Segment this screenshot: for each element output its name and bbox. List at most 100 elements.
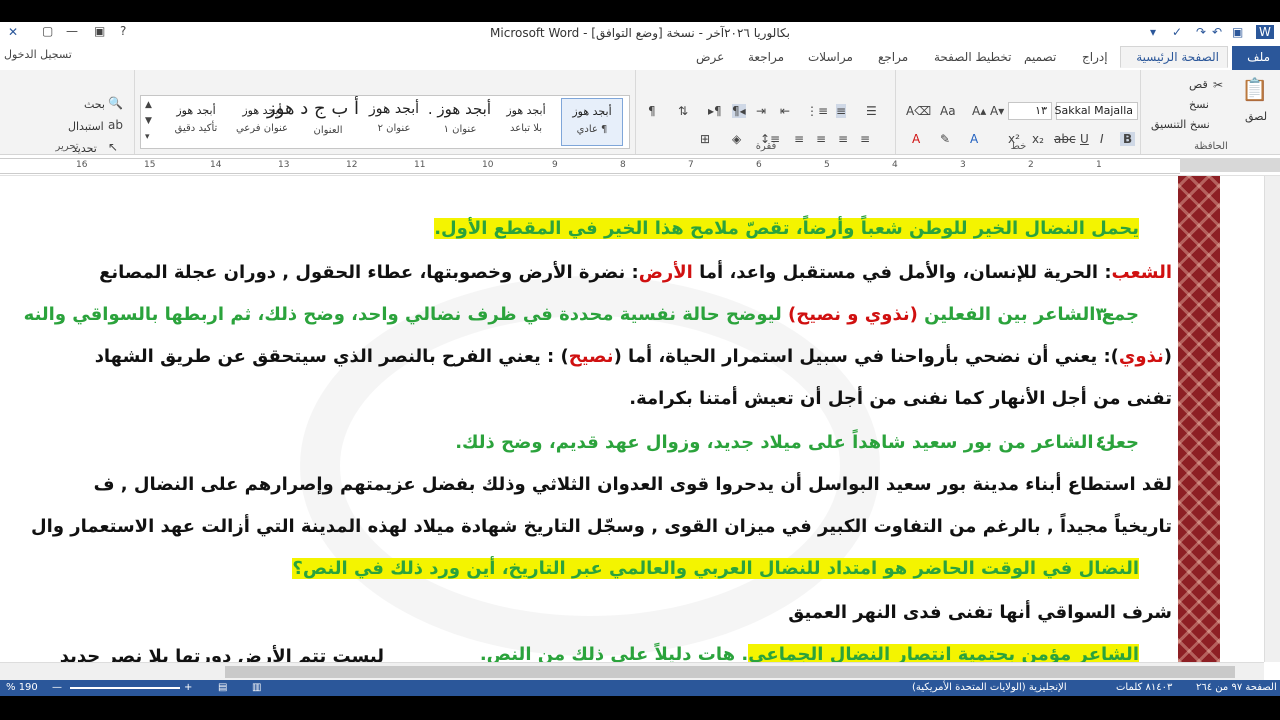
sort-icon[interactable]: ⇅ <box>678 104 688 118</box>
tab-layout[interactable]: تخطيط الصفحة <box>934 50 1011 64</box>
editing-label: تحرير <box>55 141 79 152</box>
replace-icon[interactable]: ab <box>108 118 123 132</box>
read-mode-icon[interactable]: ▤ <box>218 682 227 693</box>
paste-icon[interactable]: 📋 <box>1241 78 1268 103</box>
ribbon-display-icon[interactable]: ▣ <box>94 24 105 38</box>
print-layout-icon[interactable]: ▥ <box>252 682 261 693</box>
answer-3-continued[interactable]: تفنى من أجل الأنهار كما نفنى من أجل أن ت… <box>629 388 1172 409</box>
help-icon[interactable]: ? <box>120 24 126 38</box>
tab-mailings[interactable]: مراسلات <box>808 50 853 64</box>
decrease-indent-icon[interactable]: ⇤ <box>780 104 790 118</box>
ltr-icon[interactable]: ▸¶ <box>708 104 722 118</box>
save-icon[interactable]: ▣ <box>1232 25 1243 39</box>
maximize-icon[interactable]: ▢ <box>42 24 53 38</box>
question-4[interactable]: جعل الشاعر من بور سعيد شاهداً على ميلاد … <box>455 432 1139 453</box>
document-area[interactable]: -٢ يحمل النضال الخير للوطن شعباً وأرضاً،… <box>0 176 1264 662</box>
gallery-down-icon[interactable]: ▼ <box>145 116 152 126</box>
style-heading-2[interactable]: أبجد هوز عنوان ٢ <box>363 98 425 146</box>
answer-2[interactable]: الشعب: الحرية للإنسان، والأمل في مستقبل … <box>99 262 1172 283</box>
find-button[interactable]: بحث <box>84 98 105 111</box>
answer-6[interactable]: ليست تتم الأرض دورتها بلا نصر جديد <box>60 646 384 662</box>
question-5[interactable]: النضال في الوقت الحاضر هو امتداد للنضال … <box>292 558 1139 579</box>
tab-home[interactable]: الصفحة الرئيسية <box>1120 46 1228 68</box>
question-3[interactable]: جمع الشاعر بين الفعلين (نذوي و نصيح) ليو… <box>24 304 1139 325</box>
bullets-icon[interactable]: ☰ <box>866 104 877 118</box>
ruler-tick: 14 <box>210 160 222 170</box>
minimize-icon[interactable]: — <box>66 24 78 38</box>
font-label: خط <box>1010 141 1027 152</box>
scissors-icon: ✂ <box>1213 78 1224 92</box>
close-icon[interactable]: ✕ <box>8 25 18 39</box>
horizontal-ruler[interactable]: 16 15 14 13 12 11 10 9 8 7 6 5 4 3 2 1 <box>0 155 1280 176</box>
cut-button[interactable]: قص <box>1189 78 1208 91</box>
ribbon-tabs: عرض مراجعة مراسلات مراجع تخطيط الصفحة تص… <box>0 46 1280 70</box>
shrink-font-icon[interactable]: A▾ <box>990 104 1004 118</box>
font-size-box[interactable]: ١٣ <box>1008 102 1052 120</box>
rtl-icon[interactable]: ¶◂ <box>732 104 746 118</box>
ruler-tick: 8 <box>620 160 626 170</box>
answer-4[interactable]: لقد استطاع أبناء مدينة بور سعيد البواسل … <box>94 474 1172 495</box>
page-indicator[interactable]: الصفحة ٩٧ من ٢٦٤ <box>1196 682 1277 693</box>
numbering-icon[interactable]: ≡ <box>836 104 847 118</box>
ruler-tick: 16 <box>76 160 88 170</box>
gallery-more-icon[interactable]: ▾ <box>145 132 150 142</box>
zoom-out-icon[interactable]: — <box>52 682 62 693</box>
word-logo-icon: W <box>1256 25 1274 39</box>
style-subtitle[interactable]: أبجد هوز عنوان فرعي <box>231 98 293 146</box>
check-icon[interactable]: ✓ <box>1172 25 1182 39</box>
style-no-spacing[interactable]: أبجد هوز بلا تباعد <box>495 98 557 146</box>
clipboard-group: 📋 لصق قص ✂ نسخ نسخ التنسيق الحافظة <box>1140 70 1280 154</box>
find-icon[interactable]: 🔍 <box>108 96 123 110</box>
show-marks-icon[interactable]: ¶ <box>648 104 656 118</box>
style-normal[interactable]: أبجد هوز ¶ عادي <box>561 98 623 146</box>
copy-button[interactable]: نسخ <box>1189 98 1209 111</box>
styles-gallery: أبجد هوز ¶ عادي أبجد هوز بلا تباعد أبجد … <box>140 95 630 149</box>
editing-group: 🔍 بحث ab استبدال ↖ تحديد تحرير <box>0 70 134 155</box>
tab-insert[interactable]: إدراج <box>1082 50 1108 64</box>
change-case-icon[interactable]: Aa <box>940 104 956 118</box>
horizontal-scrollbar[interactable] <box>0 662 1264 681</box>
keyword-land: الأرض <box>638 262 693 283</box>
grow-font-icon[interactable]: A▴ <box>972 104 986 118</box>
font-name-box[interactable]: Sakkal Majalla <box>1055 102 1138 120</box>
style-subtle-emphasis[interactable]: أبجد هوز تأكيد دقيق <box>165 98 227 146</box>
ruler-tick: 10 <box>482 160 494 170</box>
gallery-up-icon[interactable]: ▲ <box>145 100 152 110</box>
clipboard-label: الحافظة <box>1194 141 1228 152</box>
tab-references[interactable]: مراجع <box>878 50 908 64</box>
tab-file[interactable]: ملف <box>1232 46 1280 70</box>
scroll-thumb[interactable] <box>225 666 1235 678</box>
increase-indent-icon[interactable]: ⇥ <box>756 104 766 118</box>
ruler-tick: 15 <box>144 160 156 170</box>
answer-4-continued[interactable]: تاريخياً مجيداً , بالرغم من التفاوت الكب… <box>31 516 1172 537</box>
clear-format-icon[interactable]: A⌫ <box>906 104 931 118</box>
style-title[interactable]: أ ب ج د هوز العنوان <box>267 98 359 146</box>
vertical-scrollbar[interactable] <box>1264 176 1280 662</box>
redo-icon[interactable]: ↷ <box>1196 25 1206 39</box>
replace-button[interactable]: استبدال <box>68 120 104 133</box>
paste-button[interactable]: لصق <box>1245 110 1267 123</box>
answer-3[interactable]: (نذوي): يعني أن نضحي بأرواحنا في سبيل اس… <box>95 346 1172 367</box>
question-6[interactable]: الشاعر مؤمن بحتمية انتصار النضال الجماعي… <box>480 644 1139 662</box>
customize-qat-icon[interactable]: ▾ <box>1150 25 1156 39</box>
question-6-text: . هات دليلاً على ذلك من النص. <box>479 644 749 662</box>
sign-in-link[interactable]: تسجيل الدخول <box>4 48 72 61</box>
style-heading-1[interactable]: أبجد هوز . عنوان ١ <box>428 98 491 146</box>
answer-5[interactable]: شرف السواقي أنها تفنى فدى النهر العميق <box>788 602 1172 623</box>
tab-view[interactable]: عرض <box>696 50 724 64</box>
question-2-text: يحمل النضال الخير للوطن شعباً وأرضاً، تق… <box>434 218 1139 239</box>
word-count[interactable]: ٨١٤٠٣ كلمات <box>1116 682 1172 693</box>
language-indicator[interactable]: الإنجليزية (الولايات المتحدة الأمريكية) <box>912 682 1067 693</box>
zoom-level[interactable]: 190 % <box>6 682 38 693</box>
tab-design[interactable]: تصميم <box>1024 50 1056 64</box>
format-painter-button[interactable]: نسخ التنسيق <box>1151 118 1210 131</box>
ruler-tick: 2 <box>1028 160 1034 170</box>
answer-text: : نضرة الأرض وخصوبتها، عطاء الحقول , دور… <box>99 262 639 283</box>
question-2[interactable]: يحمل النضال الخير للوطن شعباً وأرضاً، تق… <box>434 218 1139 239</box>
tab-review[interactable]: مراجعة <box>748 50 784 64</box>
multilevel-icon[interactable]: ⋮≡ <box>806 104 828 118</box>
undo-icon[interactable]: ↶ <box>1212 25 1222 39</box>
ruler-tick: 1 <box>1096 160 1102 170</box>
zoom-in-icon[interactable]: + <box>184 682 192 693</box>
zoom-slider[interactable] <box>70 687 180 689</box>
